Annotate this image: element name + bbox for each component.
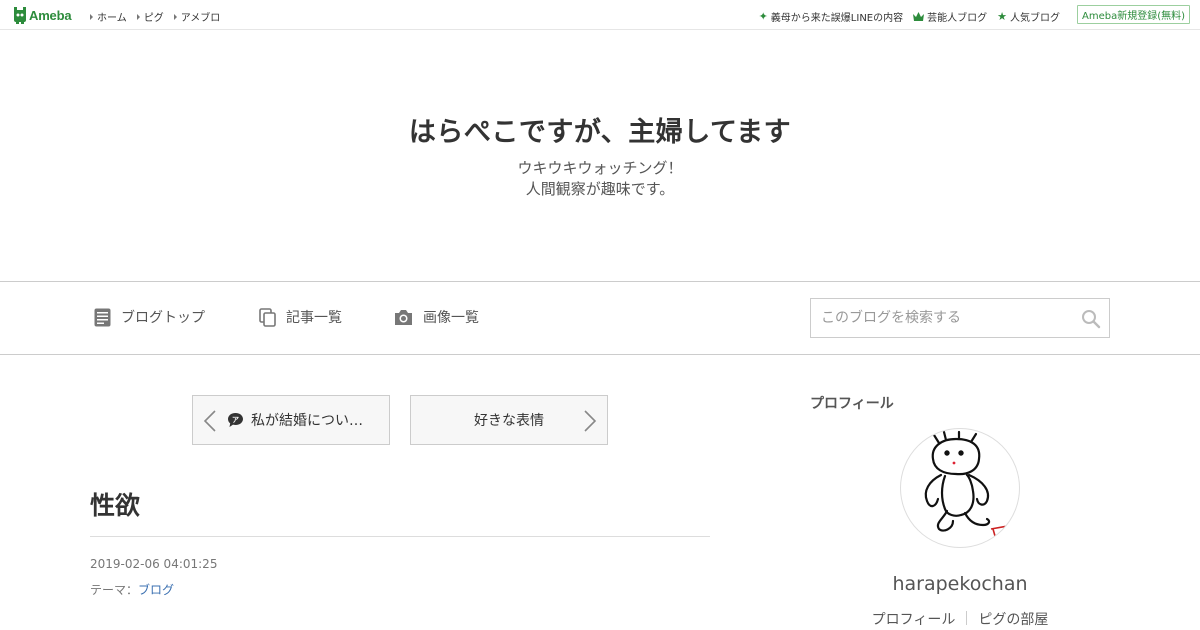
prev-article-button[interactable]: ア 私が結婚につい… (192, 395, 390, 445)
blog-description-line: 人間観察が趣味です。 (525, 180, 675, 198)
speech-bubble-icon: ア (228, 413, 243, 427)
article-theme: テーマ：ブログ (90, 581, 174, 598)
avatar[interactable] (900, 428, 1020, 548)
article-theme-prefix: テーマ： (90, 583, 139, 597)
crown-icon (913, 12, 925, 21)
register-button[interactable]: Ameba新規登録(無料) (1077, 5, 1190, 24)
blog-header: はらぺこですが、主婦してます ウキウキウォッチング！ 人間観察が趣味です。 (0, 30, 1200, 281)
blog-search-input[interactable] (811, 299, 1071, 337)
link-separator (966, 611, 968, 625)
svg-text:ア: ア (232, 416, 239, 424)
global-nav-label: アメブロ (180, 13, 221, 24)
star-icon: ★ (997, 9, 1007, 23)
article-theme-link[interactable]: ブログ (138, 583, 174, 597)
blog-title[interactable]: はらぺこですが、主婦してます (0, 110, 1200, 149)
avatar-drawing-icon (924, 430, 1019, 544)
prev-article-label: 私が結婚につい… (251, 413, 363, 429)
celebrity-blog-link[interactable]: 芸能人ブログ (913, 9, 987, 24)
profile-heading: プロフィール (810, 396, 894, 412)
search-icon[interactable] (1081, 309, 1101, 329)
global-nav-pigg[interactable]: ピグ (136, 9, 164, 24)
sparkle-icon: ✦ (758, 9, 768, 23)
nav-article-list[interactable]: 記事一覧 (259, 307, 342, 327)
profile-link[interactable]: プロフィール (872, 609, 956, 629)
global-nav: ホーム ピグ アメブロ (90, 9, 230, 24)
global-nav-label: ホーム (97, 13, 127, 24)
global-nav-label: ピグ (143, 13, 164, 24)
next-article-label: 好きな表情 (474, 413, 544, 429)
nav-article-list-label: 記事一覧 (286, 310, 342, 326)
nav-image-list-label: 画像一覧 (423, 310, 479, 326)
global-header: Ameba ホーム ピグ アメブロ ✦ 義母から来た誤爆LINEの内容 芸能人ブ… (0, 0, 1200, 30)
blog-search (810, 298, 1110, 338)
blog-description-line: ウキウキウォッチング！ (517, 159, 683, 177)
trending-topic-label: 義母から来た誤爆LINEの内容 (770, 13, 904, 24)
global-nav-home[interactable]: ホーム (90, 9, 127, 24)
camera-icon (395, 309, 412, 325)
blog-navbar: ブログトップ 記事一覧 画像一覧 (0, 281, 1200, 355)
triangle-right-icon (90, 13, 93, 20)
triangle-right-icon (136, 13, 140, 20)
global-nav-ameblo[interactable]: アメブロ (173, 9, 221, 24)
article-date: 2019-02-06 04:01:25 (90, 557, 218, 571)
profile-links: プロフィール ピグの部屋 (810, 609, 1110, 629)
copy-icon (259, 307, 276, 327)
pigg-room-link[interactable]: ピグの部屋 (978, 609, 1048, 629)
profile-username[interactable]: harapekochan (810, 573, 1110, 595)
nav-blog-top[interactable]: ブログトップ (94, 307, 205, 327)
chevron-right-icon (584, 410, 597, 432)
chevron-left-icon (203, 410, 216, 432)
document-icon (94, 308, 111, 326)
trending-topic-link[interactable]: ✦ 義母から来た誤爆LINEの内容 (758, 9, 904, 25)
popular-blog-label: 人気ブログ (1010, 13, 1060, 24)
article-title-divider (90, 536, 710, 537)
ameba-logo[interactable]: Ameba (13, 6, 72, 24)
next-article-button[interactable]: 好きな表情 (410, 395, 608, 445)
article-title[interactable]: 性欲 (90, 486, 140, 522)
nav-blog-top-label: ブログトップ (121, 310, 205, 326)
logo-text: Ameba (29, 7, 72, 23)
triangle-right-icon (173, 13, 177, 20)
header-right-links: ✦ 義母から来た誤爆LINEの内容 芸能人ブログ ★ 人気ブログ (749, 9, 1060, 25)
popular-blog-link[interactable]: ★ 人気ブログ (997, 9, 1060, 25)
nav-image-list[interactable]: 画像一覧 (394, 307, 479, 327)
celebrity-blog-label: 芸能人ブログ (927, 13, 988, 24)
blog-description: ウキウキウォッチング！ 人間観察が趣味です。 (0, 158, 1200, 200)
ameba-mascot-icon (14, 6, 26, 24)
